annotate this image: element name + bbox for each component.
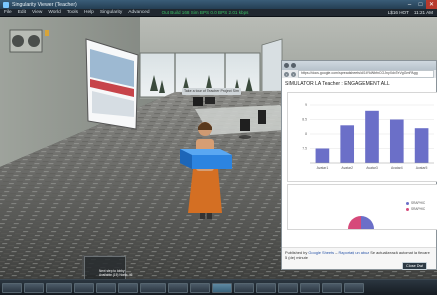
radar-button[interactable] xyxy=(234,282,254,293)
x-tick-label: Avatar4 xyxy=(391,166,403,170)
browser-minimize-icon[interactable] xyxy=(291,63,296,68)
sheet-title: SIMULATOR LA Teacher : ENGAGEMENT ALL xyxy=(285,81,390,87)
fly-button[interactable] xyxy=(74,282,94,293)
gestures-button[interactable] xyxy=(46,282,72,293)
menu-tools[interactable]: Tools xyxy=(67,10,78,15)
build-button[interactable] xyxy=(140,282,166,293)
bar-avatar5 xyxy=(414,128,429,163)
pie-legend-item: SRAPHIC xyxy=(406,201,425,205)
menu-advanced[interactable]: Advanced xyxy=(128,10,149,15)
y-tick-label: 7.5 xyxy=(302,147,307,151)
window-title-bar: Singularity Viewer (Teacher) – □ ✕ xyxy=(0,0,437,9)
bottom-toolbar xyxy=(0,279,437,295)
menu-world[interactable]: World xyxy=(48,10,60,15)
clock-display: 11:21 AM xyxy=(413,10,433,15)
areasearch-button[interactable] xyxy=(256,282,276,293)
map-button[interactable] xyxy=(168,282,188,293)
forward-icon[interactable]: › xyxy=(291,71,296,77)
3d-viewport[interactable]: Take a tour of Teacher Project Sim ‹ › h… xyxy=(0,17,437,279)
browser-close-icon[interactable] xyxy=(284,63,289,68)
menu-bar: File Edit View World Tools Help Singular… xyxy=(0,9,437,17)
chart-panel: 7.5 8 8.5 9 Avatar1 Avatar2 Avatar3 Avatar4 Avat… xyxy=(287,92,437,182)
minimap-button[interactable] xyxy=(190,282,210,293)
maximize-button[interactable]: □ xyxy=(415,0,426,9)
bar-chart: 7.5 8 8.5 9 Avatar1 Avatar2 Avatar3 Avatar4 Avat… xyxy=(302,103,434,170)
legend-swatch xyxy=(406,207,409,211)
pie-chart-panel: SRAPHIC SRAPHIC xyxy=(287,184,437,230)
close-tooltip: Close Dwl xyxy=(402,262,428,270)
voice-button[interactable] xyxy=(300,282,320,293)
bar-avatar3 xyxy=(365,110,379,163)
x-tick-label: Avatar2 xyxy=(341,166,353,170)
y-tick-label: 8 xyxy=(305,132,307,136)
pie-slice-2 xyxy=(361,216,374,229)
pie-legend-item: SRAPHIC xyxy=(406,207,425,211)
report-abuse-link[interactable]: Raportați un abuz xyxy=(338,250,369,255)
bar-avatar4 xyxy=(389,119,404,163)
stream-button[interactable] xyxy=(322,282,342,293)
browser-title-bar xyxy=(282,61,436,70)
pie-slice-1 xyxy=(348,216,361,229)
x-tick-label: Avatar1 xyxy=(317,166,329,170)
window-controls: – □ ✕ xyxy=(404,0,437,9)
bar-avatar1 xyxy=(315,148,330,163)
menu-edit[interactable]: Edit xyxy=(18,10,26,15)
menu-view[interactable]: View xyxy=(32,10,42,15)
snapshot-button[interactable] xyxy=(96,282,116,293)
search-button[interactable] xyxy=(118,282,138,293)
window-title: Singularity Viewer (Teacher) xyxy=(12,1,77,8)
menu-file[interactable]: File xyxy=(4,10,12,15)
legend-swatch xyxy=(406,201,409,205)
balance-display[interactable]: L$16 HOT xyxy=(388,10,409,15)
browser-content: SIMULATOR LA Teacher : ENGAGEMENT ALL 7.… xyxy=(282,78,437,247)
inventory-button[interactable] xyxy=(212,282,232,293)
legend-label: SRAPHIC xyxy=(411,207,426,211)
back-icon[interactable]: ‹ xyxy=(284,71,289,77)
browser-window[interactable]: ‹ › https://docs.google.com/spreadsheets… xyxy=(281,60,437,270)
x-tick-label: Avatar3 xyxy=(366,166,378,170)
minimize-button[interactable]: – xyxy=(404,0,415,9)
floor-sign: Take a tour of Teacher Project Sim xyxy=(182,88,241,95)
chat-button[interactable] xyxy=(2,282,22,293)
media-button[interactable] xyxy=(278,282,298,293)
close-button[interactable]: ✕ xyxy=(426,0,437,9)
google-sheets-link[interactable]: Google Sheets xyxy=(308,250,334,255)
floor-info-text: Next step to lobby: Available (15) North… xyxy=(99,269,133,277)
communicate-button[interactable] xyxy=(24,282,44,293)
url-input[interactable]: https://docs.google.com/spreadsheets/d/1… xyxy=(298,70,434,78)
menubar-right: L$16 HOT 11:21 AM xyxy=(388,10,437,15)
app-icon xyxy=(3,1,9,8)
menu-singularity[interactable]: Singularity xyxy=(100,10,122,15)
legend-label: SRAPHIC xyxy=(411,201,426,205)
network-status: Out Build 168 Sim BPS 0.0 BPS 2.01 kbps xyxy=(161,10,249,15)
menu-help[interactable]: Help xyxy=(84,10,94,15)
bar-avatar2 xyxy=(340,125,355,163)
y-tick-label: 9 xyxy=(305,103,307,107)
x-tick-label: Avatar5 xyxy=(416,166,428,170)
y-tick-label: 8.5 xyxy=(302,118,307,122)
settings-button[interactable] xyxy=(344,282,364,293)
